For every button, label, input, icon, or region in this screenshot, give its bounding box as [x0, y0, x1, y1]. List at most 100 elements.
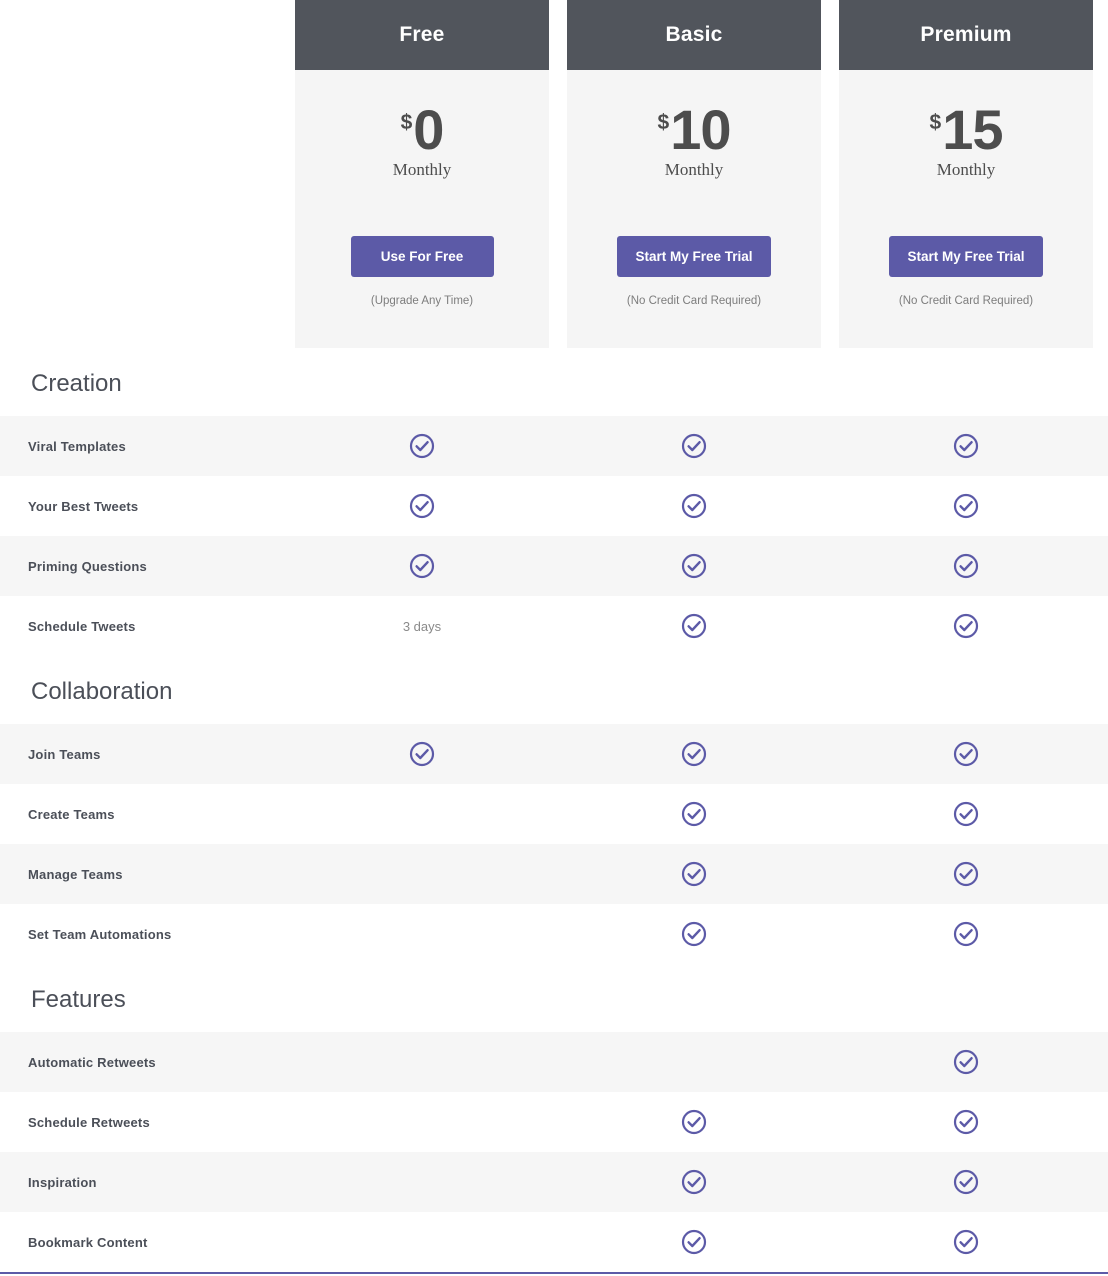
- feature-row: Automatic Retweets: [0, 1032, 1108, 1092]
- feature-row: Manage Teams: [0, 844, 1108, 904]
- check-circle-icon: [681, 861, 707, 887]
- feature-cell: [839, 921, 1093, 947]
- plan-card-basic: Basic $10 Monthly Start My Free Trial (No Cr…: [567, 0, 821, 348]
- check-circle-icon: [953, 553, 979, 579]
- plan-card-free: Free $0 Monthly Use For Free (Upgrade Any Ti…: [295, 0, 549, 348]
- feature-sections: Creation Viral Templates Your Best Tweets P…: [0, 348, 1108, 1272]
- feature-cell: [295, 433, 549, 459]
- section-title-features: Features: [31, 986, 126, 1013]
- check-circle-icon: [409, 493, 435, 519]
- feature-cell: [839, 1169, 1093, 1195]
- check-circle-icon: [681, 613, 707, 639]
- feature-cell: [567, 553, 821, 579]
- feature-cell: [839, 1109, 1093, 1135]
- check-circle-icon: [681, 1169, 707, 1195]
- feature-label: Schedule Tweets: [28, 618, 136, 634]
- check-circle-icon: [409, 553, 435, 579]
- section-title-collaboration: Collaboration: [31, 678, 173, 705]
- plan-name: Basic: [567, 0, 821, 70]
- feature-row: Viral Templates: [0, 416, 1108, 476]
- currency-symbol: $: [929, 111, 942, 134]
- billing-period: Monthly: [664, 160, 724, 180]
- feature-label: Join Teams: [28, 746, 101, 762]
- billing-period: Monthly: [392, 160, 452, 180]
- plan-body: $0 Monthly Use For Free (Upgrade Any Time): [295, 70, 549, 348]
- plan-price: $10: [658, 98, 732, 161]
- plan-price: $0: [400, 101, 445, 157]
- price-amount: 10: [670, 98, 731, 161]
- plan-cta-button[interactable]: Start My Free Trial: [889, 236, 1043, 278]
- check-circle-icon: [681, 801, 707, 827]
- feature-label: Schedule Retweets: [28, 1114, 150, 1130]
- feature-label: Automatic Retweets: [28, 1054, 156, 1070]
- feature-row: Join Teams: [0, 724, 1108, 784]
- check-circle-icon: [409, 741, 435, 767]
- check-circle-icon: [953, 1109, 979, 1135]
- feature-cell: [567, 613, 821, 639]
- feature-cell-value: 3 days: [402, 618, 442, 634]
- check-circle-icon: [681, 1109, 707, 1135]
- feature-cell: [839, 553, 1093, 579]
- feature-row: Create Teams: [0, 784, 1108, 844]
- check-circle-icon: [953, 801, 979, 827]
- feature-cell: [839, 741, 1093, 767]
- check-circle-icon: [681, 553, 707, 579]
- feature-cell: 3 days: [295, 619, 549, 634]
- feature-label: Viral Templates: [28, 438, 126, 454]
- check-circle-icon: [681, 741, 707, 767]
- feature-row: Schedule Tweets 3 days: [0, 596, 1108, 656]
- feature-label: Your Best Tweets: [28, 498, 139, 514]
- check-circle-icon: [953, 433, 979, 459]
- plan-cta-note: (No Credit Card Required): [898, 295, 1034, 308]
- feature-cell: [567, 861, 821, 887]
- check-circle-icon: [953, 1229, 979, 1255]
- feature-label: Manage Teams: [28, 866, 123, 882]
- plan-cta-button[interactable]: Start My Free Trial: [617, 236, 771, 278]
- plan-price: $15: [929, 98, 1004, 161]
- pricing-comparison-page: Free $0 Monthly Use For Free (Upgrade Any Ti…: [0, 0, 1108, 1276]
- feature-cell: [839, 1229, 1093, 1255]
- check-circle-icon: [953, 741, 979, 767]
- feature-cell: [567, 1169, 821, 1195]
- plan-cta-note: (No Credit Card Required): [626, 295, 762, 308]
- check-circle-icon: [681, 433, 707, 459]
- feature-cell: [567, 493, 821, 519]
- feature-cell: [839, 861, 1093, 887]
- check-circle-icon: [681, 1229, 707, 1255]
- plan-name: Free: [295, 0, 549, 70]
- check-circle-icon: [953, 1049, 979, 1075]
- check-circle-icon: [953, 613, 979, 639]
- plan-cta-note: (Upgrade Any Time): [370, 295, 474, 308]
- check-circle-icon: [681, 493, 707, 519]
- section-title-creation: Creation: [31, 370, 122, 397]
- feature-row: Inspiration: [0, 1152, 1108, 1212]
- feature-cell: [567, 741, 821, 767]
- check-circle-icon: [409, 433, 435, 459]
- feature-cell: [567, 801, 821, 827]
- check-circle-icon: [953, 861, 979, 887]
- check-circle-icon: [681, 921, 707, 947]
- plan-body: $15 Monthly Start My Free Trial (No Credit …: [839, 70, 1093, 348]
- feature-label: Bookmark Content: [28, 1234, 148, 1250]
- feature-label: Priming Questions: [28, 558, 147, 574]
- currency-symbol: $: [400, 111, 413, 134]
- feature-row: Schedule Retweets: [0, 1092, 1108, 1152]
- feature-cell: [839, 1049, 1093, 1075]
- feature-cell: [567, 433, 821, 459]
- price-amount: 15: [942, 98, 1003, 161]
- feature-cell: [839, 613, 1093, 639]
- plan-body: $10 Monthly Start My Free Trial (No Credit …: [567, 70, 821, 348]
- billing-period: Monthly: [936, 160, 996, 180]
- plan-cards: Free $0 Monthly Use For Free (Upgrade Any Ti…: [0, 0, 1108, 348]
- check-circle-icon: [953, 493, 979, 519]
- feature-row: Bookmark Content: [0, 1212, 1108, 1272]
- feature-cell: [839, 493, 1093, 519]
- feature-label: Set Team Automations: [28, 926, 172, 942]
- feature-cell: [295, 553, 549, 579]
- plan-cta-button[interactable]: Use For Free: [350, 236, 494, 278]
- feature-cell: [839, 433, 1093, 459]
- feature-row: Your Best Tweets: [0, 476, 1108, 536]
- feature-row: Priming Questions: [0, 536, 1108, 596]
- feature-cell: [567, 1229, 821, 1255]
- feature-cell: [567, 921, 821, 947]
